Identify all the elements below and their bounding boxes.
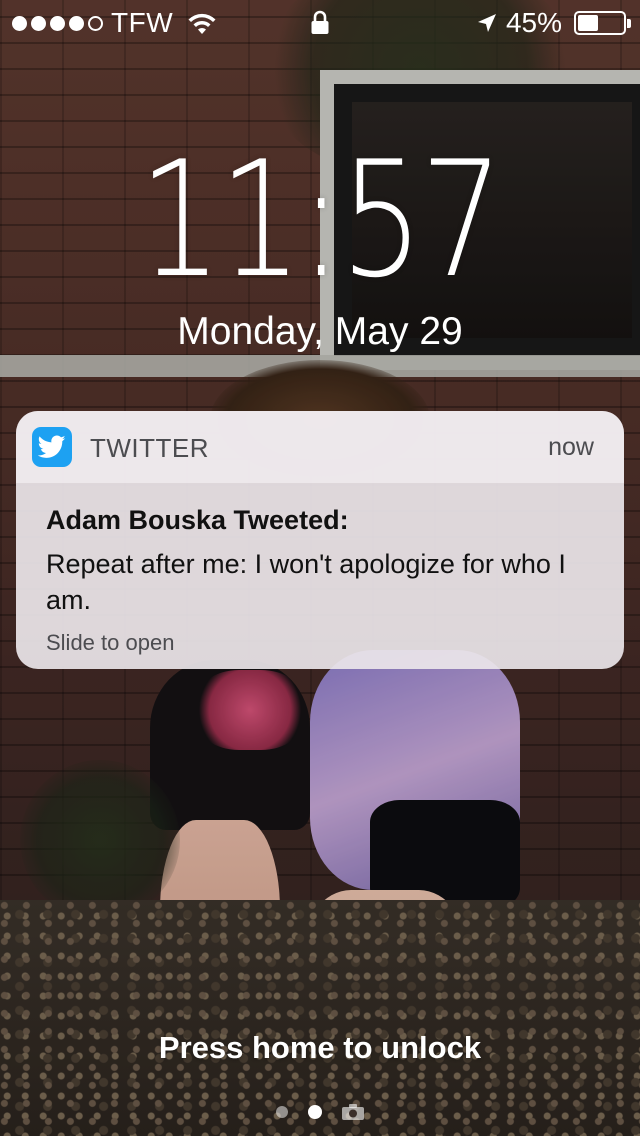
wifi-icon	[188, 13, 216, 34]
status-bar-left: TFW	[12, 7, 219, 39]
signal-dot	[50, 15, 65, 31]
page-dot[interactable]	[276, 1106, 288, 1118]
notification-body: Adam Bouska Tweeted: Repeat after me: I …	[16, 483, 624, 656]
notification-action-hint: Slide to open	[46, 630, 175, 655]
signal-dot	[31, 15, 46, 31]
camera-icon[interactable]	[342, 1104, 364, 1120]
battery-percent: 45%	[505, 7, 562, 38]
twitter-notification[interactable]: TWITTER now Adam Bouska Tweeted: Repeat …	[16, 411, 624, 669]
signal-dot	[88, 15, 103, 31]
notification-time: now	[548, 433, 594, 461]
signal-dot	[69, 15, 84, 31]
unlock-hint: Press home to unlock	[158, 1030, 482, 1065]
battery-icon	[574, 11, 631, 35]
battery-level-fill	[578, 15, 598, 31]
notification-header: TWITTER now	[16, 411, 624, 483]
lock-icon	[311, 10, 329, 34]
status-bar-right: 45%	[476, 7, 631, 39]
location-arrow-icon	[477, 14, 496, 32]
lock-screen-date: Monday, May 29	[177, 310, 463, 353]
signal-strength-icon	[12, 15, 103, 31]
page-indicator[interactable]	[0, 1104, 640, 1120]
status-bar: TFW 45%	[0, 0, 640, 46]
signal-dot	[12, 15, 27, 31]
carrier-name: TFW	[111, 7, 174, 38]
notification-message: Repeat after me: I won't apologize for w…	[46, 549, 566, 615]
notification-app-name: TWITTER	[90, 433, 210, 463]
page-dot[interactable]	[308, 1105, 322, 1119]
lock-screen-clock: 11:57	[139, 126, 504, 313]
notification-title: Adam Bouska Tweeted:	[46, 505, 349, 535]
twitter-bird-icon	[32, 427, 72, 467]
